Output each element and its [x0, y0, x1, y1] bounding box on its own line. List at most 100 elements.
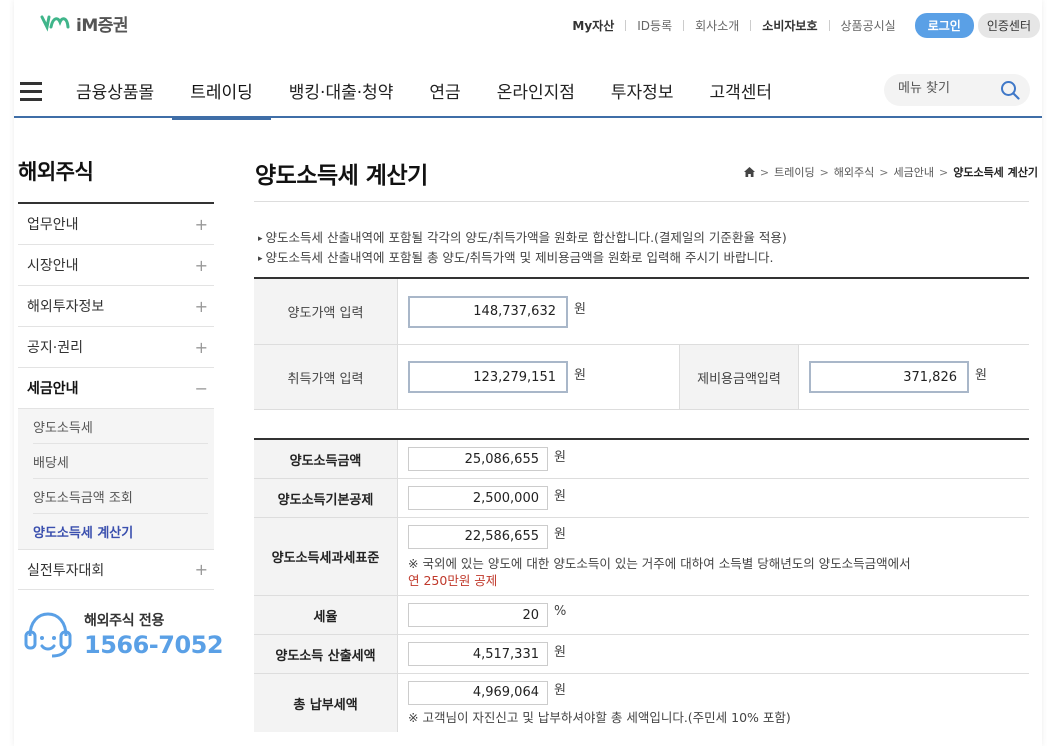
total-tax-label: 총 납부세액 — [254, 674, 398, 732]
gnb-item-pension[interactable]: 연금 — [411, 78, 478, 116]
cs-label: 해외주식 전용 — [84, 612, 165, 629]
lnb-item-label: 해외투자정보 — [27, 299, 105, 315]
search-icon[interactable] — [1000, 80, 1020, 100]
breadcrumb-separator: > — [879, 165, 889, 179]
menu-search-input[interactable] — [898, 81, 994, 96]
table-row: 총 납부세액 원 ※ 고객님이 자진신고 및 납부하셔야할 총 세액입니다.(주… — [254, 674, 1029, 732]
menu-search — [884, 74, 1030, 106]
home-icon[interactable] — [743, 167, 755, 177]
total-tax-note: ※ 고객님이 자진신고 및 납부하셔야할 총 세액입니다.(주민세 10% 포함… — [408, 709, 791, 725]
unit-percent: % — [554, 603, 567, 619]
cert-center-button[interactable]: 인증센터 — [977, 13, 1040, 38]
cs-phone[interactable]: 1566-7052 — [84, 631, 224, 659]
side-navigation: 해외주식 업무안내 + 시장안내 + 해외투자정보 + 공지·권리 + 세금안내… — [18, 140, 214, 590]
breadcrumb-item-overseas[interactable]: 해외주식 — [834, 164, 874, 180]
gnb-item-investment-info[interactable]: 투자정보 — [593, 78, 692, 116]
unit-won: 원 — [574, 367, 586, 383]
computed-tax-output — [408, 642, 548, 666]
unit-won: 원 — [554, 527, 566, 542]
result-table: 양도소득금액 원 양도소득기본공제 원 양도소득세과세표준 원 ※ 국외에 있는… — [254, 438, 1029, 732]
lnb-item-label: 시장안내 — [27, 258, 79, 274]
plus-icon: + — [194, 560, 208, 579]
lnb-sub-tax-calculator[interactable]: 양도소득세 계산기 — [33, 514, 208, 549]
util-link-company[interactable]: 회사소개 — [684, 17, 750, 34]
breadcrumb-separator: > — [938, 165, 949, 179]
lnb-item-label: 실전투자대회 — [27, 562, 105, 579]
lnb-item-notice-rights[interactable]: 공지·권리 + — [18, 327, 214, 368]
brand-logo[interactable]: iM증권 — [40, 10, 129, 36]
util-link-my-assets[interactable]: My자산 — [561, 17, 625, 34]
breadcrumb: > 트레이딩 > 해외주식 > 세금안내 > 양도소득세 계산기 — [743, 164, 1038, 180]
lnb-item-contest[interactable]: 실전투자대회 + — [18, 549, 214, 590]
unit-won: 원 — [554, 644, 566, 660]
table-row: 양도소득기본공제 원 — [254, 479, 1029, 518]
gnb-item-customer-center[interactable]: 고객센터 — [691, 78, 790, 116]
hamburger-menu-icon[interactable] — [20, 82, 42, 101]
basic-deduction-label: 양도소득기본공제 — [254, 479, 398, 517]
brand-name: iM증권 — [76, 15, 129, 36]
page-title: 양도소득세 계산기 — [255, 163, 428, 189]
lnb-item-label: 세금안내 — [27, 381, 79, 397]
sale-price-input[interactable] — [408, 295, 568, 328]
gnb-menu: 금융상품몰 트레이딩 뱅킹·대출·청약 연금 온라인지점 투자정보 고객센터 — [58, 78, 790, 120]
tax-base-note-highlight: 연 250만원 공제 — [408, 572, 498, 588]
main-navigation: 금융상품몰 트레이딩 뱅킹·대출·청약 연금 온라인지점 투자정보 고객센터 — [14, 62, 1042, 120]
plus-icon: + — [194, 337, 208, 357]
gnb-item-financial-mall[interactable]: 금융상품몰 — [58, 78, 172, 116]
unit-won: 원 — [554, 488, 566, 504]
unit-won: 원 — [554, 683, 566, 698]
lnb-item-label: 업무안내 — [27, 217, 79, 233]
headset-icon — [24, 612, 72, 658]
im-logo-icon — [40, 15, 70, 32]
lnb-sub-dividend-tax[interactable]: 배당세 — [33, 444, 208, 479]
capital-gain-output — [408, 447, 548, 471]
lnb-item-business[interactable]: 업무안내 + — [18, 204, 214, 245]
tax-base-label: 양도소득세과세표준 — [254, 518, 398, 595]
utility-bar: My자산 ID등록 회사소개 소비자보호 상품공시실 로그인 인증센터 — [561, 13, 1040, 38]
util-link-disclosure[interactable]: 상품공시실 — [830, 17, 907, 34]
tax-base-output — [408, 524, 548, 549]
minus-icon: − — [194, 378, 208, 398]
total-tax-output — [408, 680, 548, 705]
breadcrumb-item-trading[interactable]: 트레이딩 — [774, 164, 814, 180]
gnb-item-online-branch[interactable]: 온라인지점 — [479, 78, 593, 116]
util-link-consumer-protection[interactable]: 소비자보호 — [751, 17, 828, 34]
sale-price-label: 양도가액 입력 — [254, 279, 398, 344]
table-row: 양도소득금액 원 — [254, 440, 1029, 479]
acquisition-price-input[interactable] — [408, 361, 568, 393]
table-row: 세율 % — [254, 596, 1029, 635]
tax-rate-label: 세율 — [254, 596, 398, 634]
plus-icon: + — [194, 296, 208, 316]
lnb-sub-capital-gains-tax[interactable]: 양도소득세 — [33, 409, 208, 444]
customer-service-box: 해외주식 전용 1566-7052 — [22, 608, 224, 660]
unit-won: 원 — [554, 449, 566, 465]
breadcrumb-item-tax[interactable]: 세금안내 — [894, 164, 934, 180]
expense-input[interactable] — [809, 361, 969, 393]
table-row: 양도소득세과세표준 원 ※ 국외에 있는 양도에 대한 양도소득이 있는 거주에… — [254, 518, 1029, 596]
lnb-title: 해외주식 — [18, 140, 214, 204]
table-row: 양도가액 입력 원 — [254, 279, 1029, 345]
lnb-item-overseas-info[interactable]: 해외투자정보 + — [18, 286, 214, 327]
tax-rate-output — [408, 603, 548, 627]
unit-won: 원 — [574, 302, 586, 317]
unit-won: 원 — [975, 367, 987, 383]
computed-tax-label: 양도소득 산출세액 — [254, 635, 398, 673]
breadcrumb-separator: > — [759, 165, 770, 179]
login-button[interactable]: 로그인 — [914, 13, 974, 38]
gnb-item-trading[interactable]: 트레이딩 — [172, 78, 271, 120]
table-row: 양도소득 산출세액 원 — [254, 635, 1029, 674]
util-link-id-register[interactable]: ID등록 — [626, 17, 683, 34]
info-note: 양도소득세 산출내역에 포함될 각각의 양도/취득가액을 원화로 합산합니다.(… — [258, 229, 787, 249]
info-note: 양도소득세 산출내역에 포함될 총 양도/취득가액 및 제비용금액을 원화로 입… — [258, 249, 787, 269]
lnb-item-market[interactable]: 시장안내 + — [18, 245, 214, 286]
lnb-item-label: 공지·권리 — [27, 340, 83, 356]
expense-label: 제비용금액입력 — [679, 345, 799, 409]
capital-gain-label: 양도소득금액 — [254, 440, 398, 478]
table-row: 취득가액 입력 원 제비용금액입력 원 — [254, 345, 1029, 410]
input-table: 양도가액 입력 원 취득가액 입력 원 제비용금액입력 원 — [254, 277, 1029, 410]
gnb-item-banking[interactable]: 뱅킹·대출·청약 — [271, 78, 412, 116]
lnb-sub-gains-lookup[interactable]: 양도소득금액 조회 — [33, 479, 208, 514]
breadcrumb-separator: > — [819, 165, 829, 179]
lnb-item-tax[interactable]: 세금안내 − — [18, 368, 214, 409]
info-notes: 양도소득세 산출내역에 포함될 각각의 양도/취득가액을 원화로 합산합니다.(… — [258, 229, 787, 269]
